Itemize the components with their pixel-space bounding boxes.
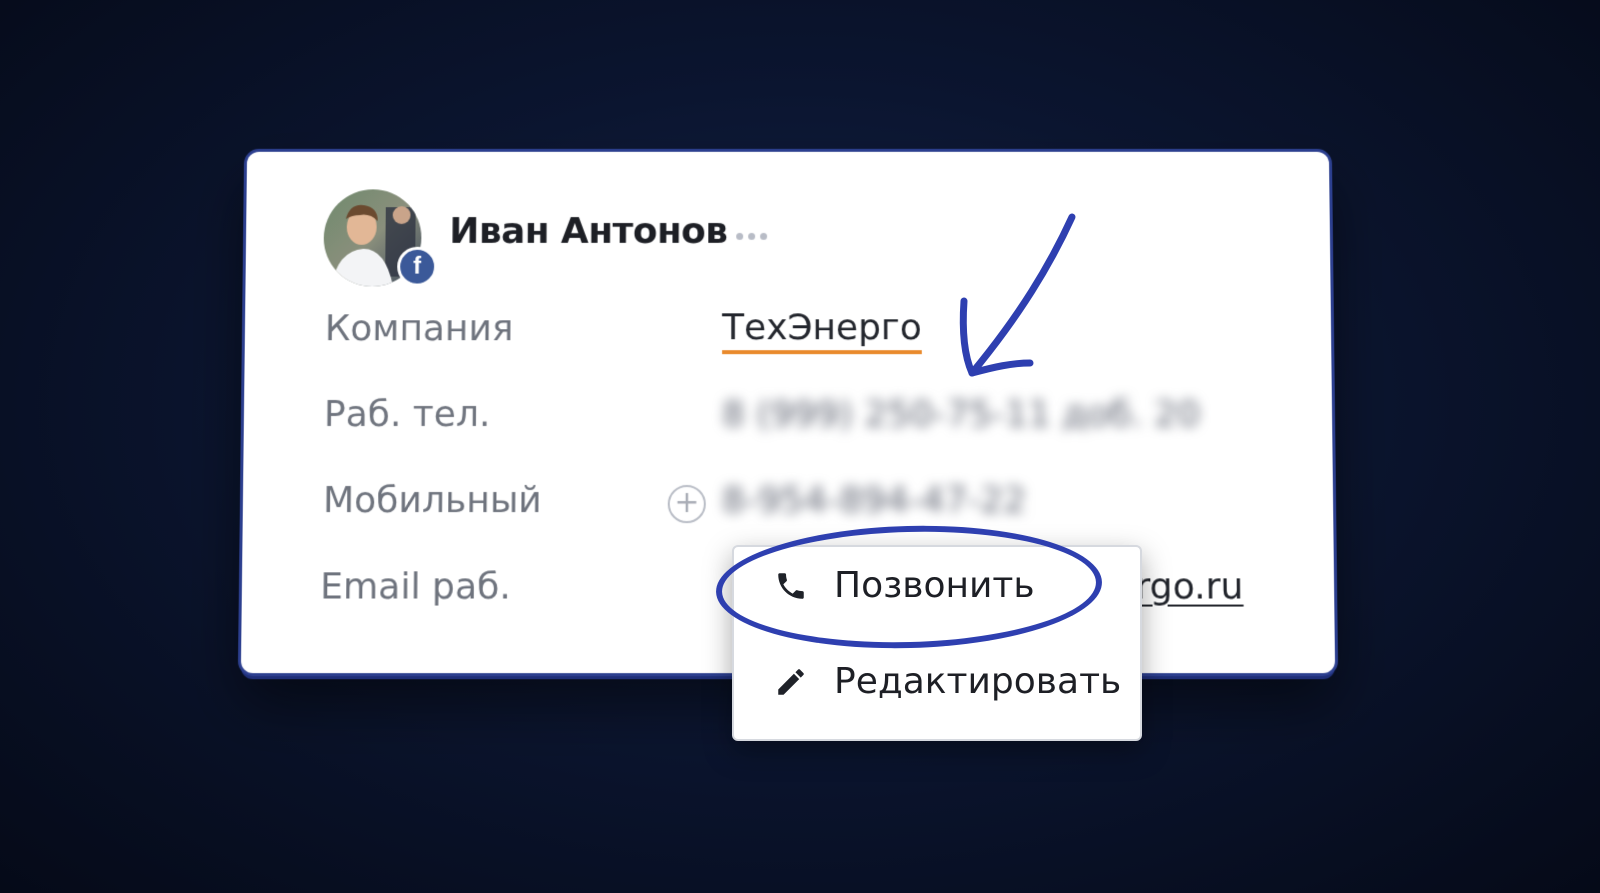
add-phone-icon[interactable]: + — [667, 485, 706, 524]
mobile-value[interactable]: 8-954-894-47-22 — [722, 480, 1027, 521]
context-menu: Позвонить Редактировать — [732, 545, 1142, 741]
more-options-icon[interactable] — [736, 232, 768, 240]
company-label: Компания — [324, 308, 514, 350]
call-label: Позвонить — [834, 565, 1035, 606]
phone-icon — [774, 569, 808, 603]
call-menu-item[interactable]: Позвонить — [774, 565, 1035, 606]
company-value[interactable]: ТехЭнерго — [722, 307, 922, 354]
work-phone-label: Раб. тел. — [323, 394, 491, 435]
contact-name: Иван Антонов — [449, 211, 728, 252]
work-email-label: Email раб. — [319, 566, 511, 608]
work-phone-value[interactable]: 8 (999) 250-75-11 доб. 20 — [722, 394, 1200, 435]
facebook-icon[interactable]: f — [397, 246, 438, 287]
pencil-icon — [774, 665, 808, 699]
edit-menu-item[interactable]: Редактировать — [774, 661, 1121, 702]
mobile-label: Мобильный — [322, 480, 542, 522]
edit-label: Редактировать — [834, 661, 1122, 702]
